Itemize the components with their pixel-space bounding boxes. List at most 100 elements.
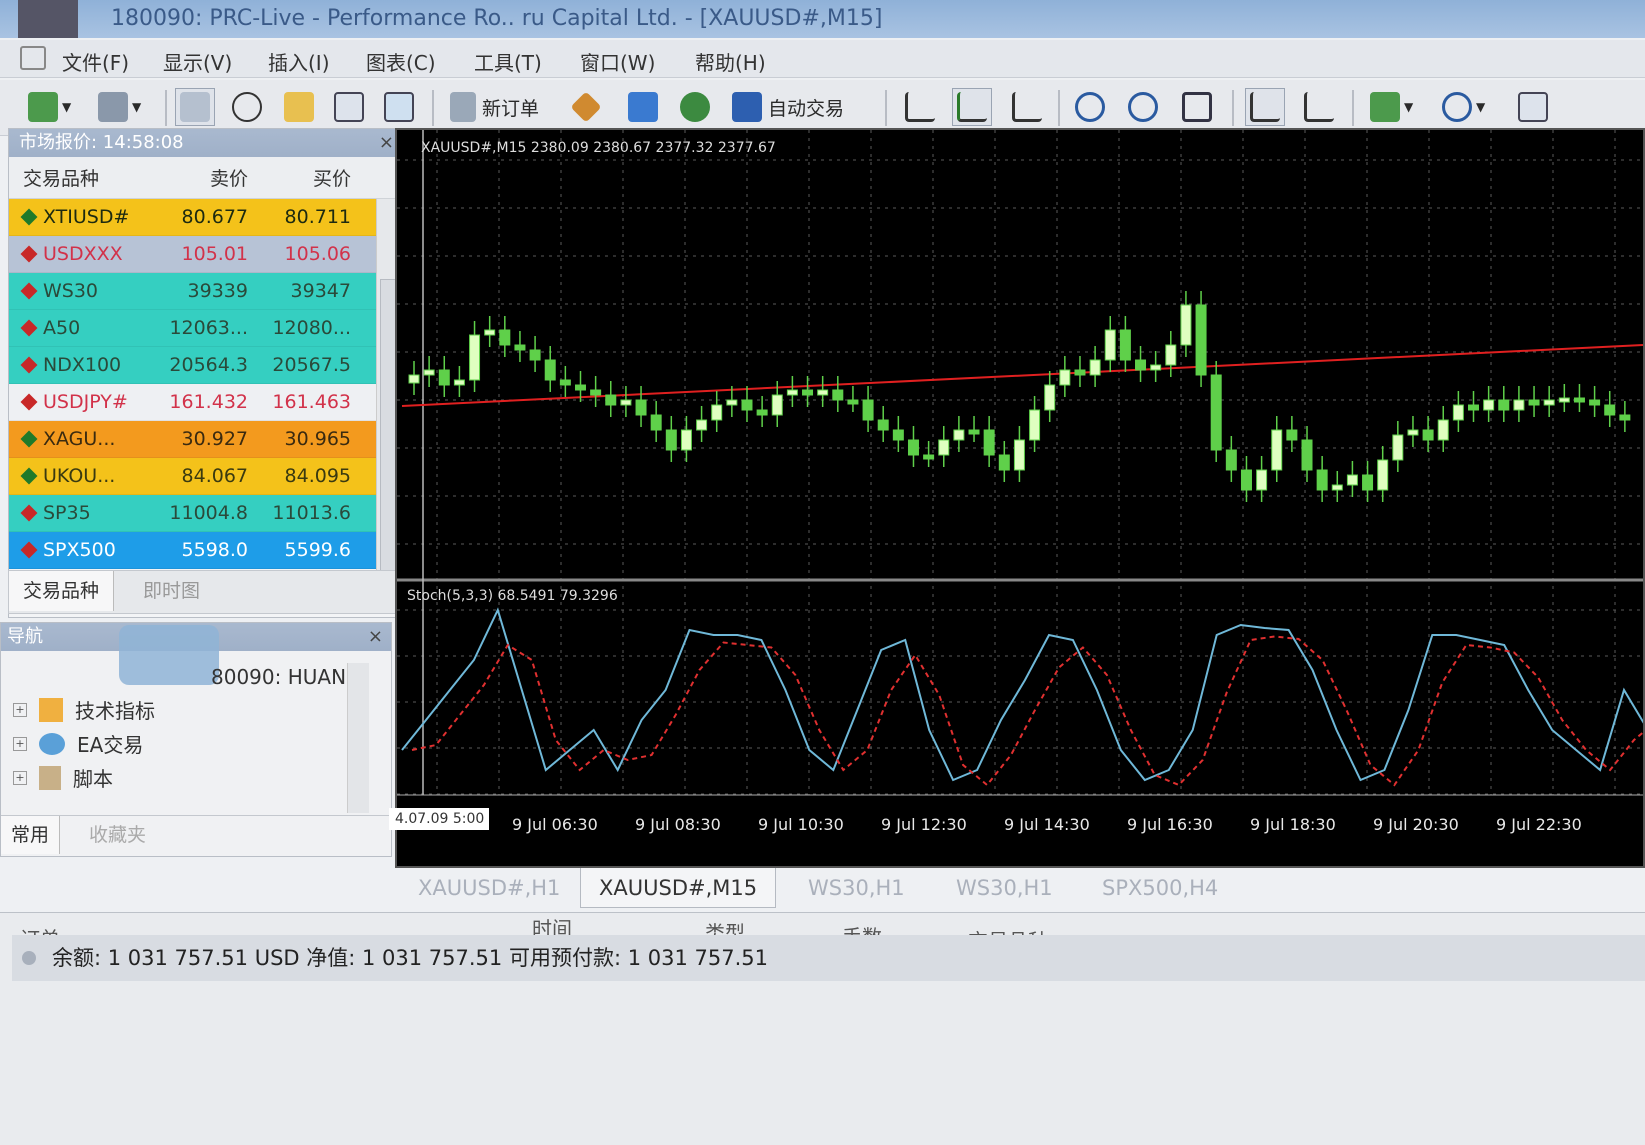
menu-window[interactable]: 窗口(W) [580,47,655,76]
indicators-button[interactable]: ▼ [1370,88,1413,126]
candle-body [1407,429,1419,436]
market-watch-row[interactable]: WS30 39339 39347 [9,273,402,310]
window-menu-icon[interactable] [20,46,46,70]
nav-scripts[interactable]: + 脚本 [13,763,113,792]
data-window-button[interactable] [232,88,262,126]
candle-body [1301,439,1313,471]
symbol-cell: UKOU... [9,465,159,487]
market-watch-row[interactable]: XTIUSD# 80.677 80.711 [9,199,402,236]
column-symbol[interactable]: 交易品种 [9,164,159,191]
tile-windows-button[interactable] [1182,88,1212,126]
new-order-button[interactable]: 新订单 [450,88,539,126]
column-ask[interactable]: 买价 [254,164,359,191]
candle-body [1286,429,1298,441]
menu-insert[interactable]: 插入(I) [268,47,330,76]
direction-icon [20,356,38,374]
templates-button[interactable] [1518,88,1548,126]
market-watch-icon [180,92,210,122]
candle-body [1498,399,1510,411]
market-watch-row[interactable]: SPX500 5598.0 5599.6 [9,532,402,569]
symbol-cell: XTIUSD# [9,206,159,228]
ask-cell: 39347 [290,280,351,302]
autoscroll-button[interactable] [1245,88,1285,126]
market-watch-row[interactable]: NDX100 20564.3 20567.5 [9,347,402,384]
tab-xauusd-h1[interactable]: XAUUSD#,H1 [400,868,578,908]
symbol-label: USDJPY# [43,391,128,413]
bid-cell: 30.927 [181,428,248,450]
candle-body [574,384,586,391]
candle-body [1437,419,1449,441]
market-watch-row[interactable]: XAGU... 30.927 30.965 [9,421,402,458]
new-order-label: 新订单 [482,97,540,120]
close-icon[interactable]: × [379,129,394,157]
nav-expert-advisors[interactable]: + EA交易 [13,729,143,758]
signals-button[interactable] [628,88,658,126]
tab-tick-chart[interactable]: 即时图 [129,571,214,611]
chart-window[interactable]: 9 Jul 06:30 9 Jul 08:30 9 Jul 10:30 9 Jul 1… [389,128,1645,868]
tab-favorites[interactable]: 收藏夹 [89,816,146,854]
menu-help[interactable]: 帮助(H) [695,47,766,76]
tab-common[interactable]: 常用 [1,816,61,854]
candle-body [983,429,995,456]
nav-indicators[interactable]: + 技术指标 [13,695,155,724]
clock-icon [1442,92,1472,122]
chevron-down-icon: ▼ [132,100,142,114]
direction-icon [20,467,38,485]
candle-body [529,349,541,361]
strategy-tester-button[interactable] [384,88,414,126]
close-icon[interactable]: × [368,623,383,651]
tab-ws30-h1-b[interactable]: WS30,H1 [938,868,1071,908]
tab-ws30-h1-a[interactable]: WS30,H1 [790,868,923,908]
market-button[interactable] [680,88,710,126]
market-watch-row[interactable]: USDJPY# 161.432 161.463 [9,384,402,421]
symbol-cell: SPX500 [9,539,159,561]
price-chart[interactable]: 9 Jul 06:30 9 Jul 08:30 9 Jul 10:30 9 Jul 1… [397,130,1643,866]
zoom-out-button[interactable] [1128,88,1158,126]
candle-body [832,389,844,401]
scrollbar-thumb[interactable] [380,279,396,599]
navigator-button[interactable] [284,88,314,126]
candle-body [1256,469,1268,491]
terminal-button[interactable] [334,88,364,126]
expand-icon[interactable]: + [13,702,27,717]
bar-chart-button[interactable] [905,88,935,126]
menu-charts[interactable]: 图表(C) [366,47,436,76]
metaeditor-button[interactable] [570,88,602,126]
expand-icon[interactable]: + [13,770,27,785]
menu-file[interactable]: 文件(F) [62,47,129,76]
tab-xauusd-m15[interactable]: XAUUSD#,M15 [580,868,777,908]
market-watch-row[interactable]: UKOU... 84.067 84.095 [9,458,402,495]
nav-account[interactable]: 80090: HUAN [211,665,346,689]
market-watch-panel: 市场报价: 14:58:08 × 交易品种 卖价 买价 XTIUSD# 80.67… [8,128,403,618]
line-chart-button[interactable] [1012,88,1042,126]
expand-icon[interactable]: + [13,736,27,751]
candle-body [1013,439,1025,471]
candlestick-button[interactable] [952,88,992,126]
candlestick-icon [957,92,987,122]
bar-chart-icon [905,92,935,122]
menu-tools[interactable]: 工具(T) [474,47,542,76]
chart-shift-button[interactable] [1304,88,1334,126]
ask-cell: 30.965 [284,428,351,450]
auto-trading-button[interactable]: 自动交易 [732,88,844,126]
market-watch-row[interactable]: SP35 11004.8 11013.6 [9,495,402,532]
market-watch-row[interactable]: A50 12063... 12080... [9,310,402,347]
bid-cell: 20564.3 [169,354,248,376]
menu-view[interactable]: 显示(V) [163,47,232,76]
periods-button[interactable]: ▼ [1442,88,1485,126]
candle-body [1135,359,1147,371]
tab-symbols[interactable]: 交易品种 [9,571,115,611]
profiles-button[interactable]: ▼ [98,88,141,126]
column-bid[interactable]: 卖价 [159,164,254,191]
zoom-in-button[interactable] [1075,88,1105,126]
navigator-scrollbar[interactable] [347,663,369,813]
candle-body [1089,359,1101,376]
market-watch-row[interactable]: USDXXX 105.01 105.06 [9,236,402,273]
direction-icon [20,504,38,522]
candle-body [544,359,556,381]
new-chart-button[interactable]: ▼ [28,88,71,126]
symbol-cell: USDXXX [9,243,159,265]
market-watch-toggle[interactable] [175,88,215,126]
tab-spx500-h4[interactable]: SPX500,H4 [1084,868,1236,908]
candle-body [469,334,481,381]
